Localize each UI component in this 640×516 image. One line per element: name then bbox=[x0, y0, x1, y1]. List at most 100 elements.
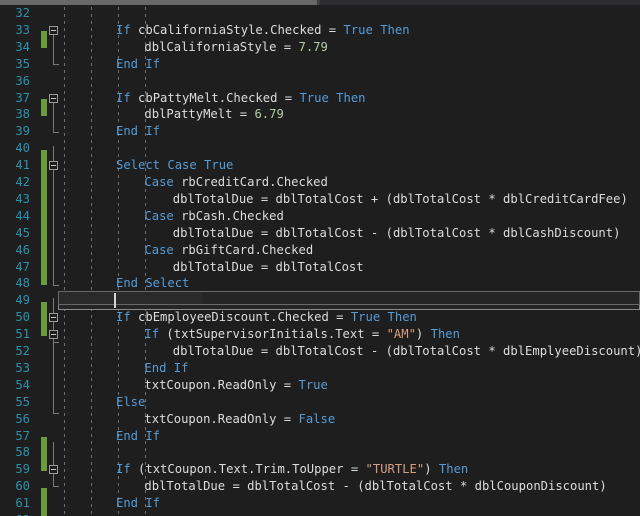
token-str: "AM" bbox=[386, 327, 416, 342]
code-line[interactable]: 53 End If bbox=[0, 360, 640, 377]
line-number: 36 bbox=[15, 73, 30, 88]
token-kw: End If bbox=[116, 56, 161, 71]
code-text: dblTotalDue = dblTotalCost - (dblTotalCo… bbox=[173, 343, 640, 360]
token-kw: Else bbox=[116, 394, 146, 409]
code-line[interactable]: 36 bbox=[0, 73, 640, 90]
code-line[interactable]: 58 bbox=[0, 444, 640, 461]
text-cursor bbox=[114, 293, 116, 309]
code-line[interactable]: 38 dblPattyMelt = 6.79 bbox=[0, 106, 640, 123]
code-text: Case rbGiftCard.Checked bbox=[144, 242, 313, 259]
token-op: = bbox=[276, 377, 299, 392]
token-id: rbCash.Checked bbox=[181, 208, 284, 223]
token-op: = bbox=[277, 90, 300, 105]
fold-collapse-icon[interactable] bbox=[49, 93, 58, 103]
token-kw: If bbox=[116, 310, 131, 325]
code-line[interactable]: 48 End Select bbox=[0, 275, 640, 292]
code-line[interactable]: 52 dblTotalDue = dblTotalCost - (dblTotal… bbox=[0, 343, 640, 360]
code-line[interactable]: 49 bbox=[0, 292, 640, 309]
fold-collapse-icon[interactable] bbox=[49, 161, 58, 171]
token-op: - ( bbox=[363, 344, 393, 358]
fold-collapse-icon[interactable] bbox=[49, 313, 58, 323]
line-number: 46 bbox=[15, 242, 30, 257]
code-line[interactable]: 44 Case rbCash.Checked bbox=[0, 208, 640, 225]
token-op bbox=[131, 23, 138, 37]
token-kw: If bbox=[116, 462, 131, 477]
token-id: cbPattyMelt.Checked bbox=[138, 90, 278, 105]
code-line[interactable]: 42 Case rbCreditCard.Checked bbox=[0, 174, 640, 191]
code-text: If cbEmployeeDiscount.Checked = True The… bbox=[116, 309, 417, 326]
token-kw: Then bbox=[380, 22, 410, 37]
code-line[interactable]: 39 End If bbox=[0, 123, 640, 140]
token-op bbox=[131, 310, 138, 324]
token-kw: False bbox=[298, 411, 336, 426]
code-line[interactable]: 37 If cbPattyMelt.Checked = True Then bbox=[0, 90, 640, 107]
token-id: dblTotalCost bbox=[275, 259, 364, 274]
code-line[interactable]: 40 bbox=[0, 140, 640, 157]
code-line[interactable]: 33 If cbCaliforniaStyle.Checked = True Th… bbox=[0, 22, 640, 39]
token-kw: Select Case True bbox=[116, 158, 234, 173]
line-number: 56 bbox=[15, 411, 30, 426]
line-number: 59 bbox=[15, 462, 30, 477]
code-line[interactable]: 43 dblTotalDue = dblTotalCost + (dblTotal… bbox=[0, 191, 640, 208]
token-id: cbCaliforniaStyle.Checked bbox=[138, 22, 322, 37]
fold-collapse-icon[interactable] bbox=[49, 330, 58, 340]
code-line[interactable]: 54 txtCoupon.ReadOnly = True bbox=[0, 377, 640, 394]
token-id: txtCoupon.ReadOnly bbox=[144, 377, 277, 392]
fold-collapse-icon[interactable] bbox=[49, 465, 58, 475]
line-number: 50 bbox=[15, 310, 30, 325]
line-number: 44 bbox=[15, 208, 30, 223]
line-number: 42 bbox=[15, 175, 30, 189]
token-id: dblTotalCost bbox=[392, 344, 482, 358]
token-id: dblTotalCost bbox=[392, 191, 482, 206]
code-line[interactable]: 60 dblTotalDue = dblTotalCost - (dblTotal… bbox=[0, 478, 640, 495]
token-op bbox=[174, 243, 181, 257]
token-id: dblCreditCardFee bbox=[503, 191, 621, 206]
token-id: dblTotalCost bbox=[364, 479, 453, 494]
token-op bbox=[174, 209, 181, 223]
code-line[interactable]: 55 Else bbox=[0, 394, 640, 411]
token-kw: End If bbox=[116, 496, 161, 511]
code-line[interactable]: 56 txtCoupon.ReadOnly = False bbox=[0, 411, 640, 428]
token-op bbox=[174, 175, 181, 189]
code-line[interactable]: 51 If (txtSupervisorInitials.Text = "AM")… bbox=[0, 326, 640, 343]
code-line[interactable]: 45 dblTotalDue = dblTotalCost - (dblTotal… bbox=[0, 225, 640, 242]
code-line[interactable]: 46 Case rbGiftCard.Checked bbox=[0, 242, 640, 259]
code-line[interactable]: 34 dblCaliforniaStyle = 7.79 bbox=[0, 39, 640, 56]
code-line[interactable]: 59 If (txtCoupon.Text.Trim.ToUpper = "TUR… bbox=[0, 461, 640, 478]
code-line[interactable]: 50 If cbEmployeeDiscount.Checked = True T… bbox=[0, 309, 640, 326]
line-number: 62 bbox=[0, 512, 30, 516]
code-line[interactable]: 32 bbox=[0, 5, 640, 22]
token-op: * bbox=[481, 191, 504, 206]
code-line[interactable]: 41 Select Case True bbox=[0, 157, 640, 174]
code-line[interactable]: 57 End If bbox=[0, 428, 640, 445]
code-line[interactable]: 35 End If bbox=[0, 56, 640, 73]
line-number: 60 bbox=[15, 479, 30, 494]
code-line[interactable]: 62 bbox=[0, 512, 640, 516]
token-op: ) bbox=[415, 327, 431, 342]
token-kw: Case bbox=[144, 208, 174, 223]
token-kw: Case bbox=[144, 175, 174, 189]
token-op: - ( bbox=[363, 225, 393, 240]
line-number: 35 bbox=[15, 56, 30, 71]
token-id: dblCaliforniaStyle bbox=[144, 39, 277, 54]
code-line[interactable]: 61 End If bbox=[0, 495, 640, 512]
fold-collapse-icon[interactable] bbox=[49, 25, 58, 35]
token-id: dblTotalCost bbox=[275, 191, 364, 206]
code-editor[interactable]: 32 33 If cbCaliforniaStyle.Checked = True … bbox=[0, 0, 640, 516]
token-op: = bbox=[225, 479, 248, 494]
token-op: = bbox=[253, 191, 276, 206]
token-id: dblTotalCost bbox=[275, 225, 364, 240]
code-text: txtCoupon.ReadOnly = False bbox=[144, 411, 335, 428]
token-id: dblPattyMelt bbox=[144, 107, 233, 122]
token-kw: True bbox=[343, 22, 373, 37]
line-number: 48 bbox=[15, 276, 30, 291]
token-kw: End If bbox=[116, 428, 161, 443]
code-text: End If bbox=[116, 495, 160, 512]
token-id: dblTotalCost bbox=[247, 479, 336, 494]
token-id: txtCoupon.ReadOnly bbox=[144, 411, 277, 426]
token-kw: Case bbox=[144, 242, 174, 257]
code-line[interactable]: 47 dblTotalDue = dblTotalCost bbox=[0, 259, 640, 276]
token-op: ) bbox=[424, 462, 439, 477]
token-kw: Then bbox=[430, 327, 460, 342]
token-op: = bbox=[364, 327, 387, 342]
